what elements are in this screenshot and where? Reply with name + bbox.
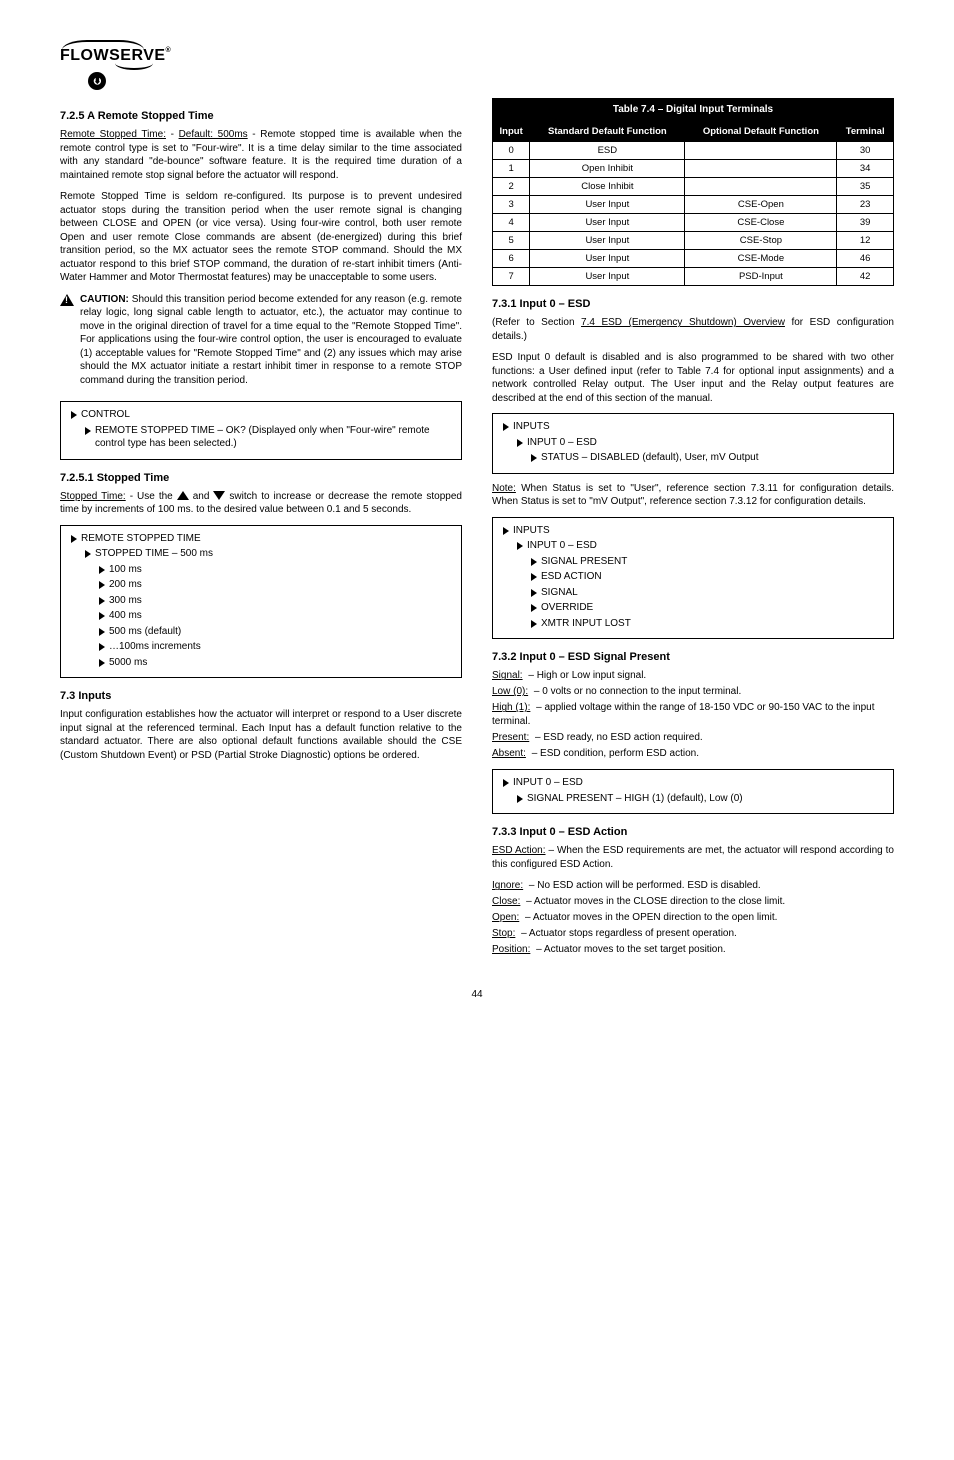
heading-7-3: 7.3 Inputs [60,690,462,702]
menu-item: STATUS – DISABLED (default), User, mV Ou… [541,451,758,465]
menu-item: 5000 ms [109,656,147,670]
logo: FLOWSERVE® ➲ [60,40,894,90]
menu-marker-icon [517,542,523,550]
menu-item: 300 ms [109,594,142,608]
menu-item: INPUT 0 – ESD [527,436,597,450]
menu-marker-icon [99,643,105,651]
caution-block: CAUTION: Should this transition period b… [60,293,462,394]
menu-marker-icon [531,604,537,612]
table-row: 0ESD30 [493,142,894,160]
recycle-icon: ➲ [88,72,106,90]
menu-marker-icon [531,573,537,581]
menu-control-remote-stopped: CONTROL REMOTE STOPPED TIME – OK? (Displ… [60,401,462,460]
menu-marker-icon [531,589,537,597]
menu-marker-icon [99,597,105,605]
menu-marker-icon [99,581,105,589]
menu-stopped-time-values: REMOTE STOPPED TIME STOPPED TIME – 500 m… [60,525,462,679]
esd-para: ESD Input 0 default is disabled and is a… [492,351,894,405]
menu-marker-icon [85,550,91,558]
menu-item: OVERRIDE [541,601,593,615]
caution-text: CAUTION: Should this transition period b… [80,293,462,388]
menu-item: INPUT 0 – ESD [513,776,583,790]
down-arrow-icon [213,491,225,500]
digital-input-terminals-table: Table 7.4 – Digital Input Terminals Inpu… [492,98,894,286]
table-row: 1Open Inhibit34 [493,160,894,178]
heading-7-3-1: 7.3.1 Input 0 – ESD [492,298,894,310]
menu-marker-icon [517,795,523,803]
menu-item: SIGNAL PRESENT – HIGH (1) (default), Low… [527,792,743,806]
menu-marker-icon [85,427,91,435]
inputs-para: Input configuration establishes how the … [60,708,462,762]
menu-marker-icon [99,612,105,620]
table-row: 7User InputPSD-Input42 [493,268,894,286]
menu-item: INPUTS [513,524,550,538]
table-title: Table 7.4 – Digital Input Terminals [493,99,894,122]
heading-7-2-5: 7.2.5 A Remote Stopped Time [60,110,462,122]
menu-item: 200 ms [109,578,142,592]
caution-icon [60,294,74,306]
menu-item: SIGNAL PRESENT [541,555,627,569]
menu-marker-icon [71,411,77,419]
menu-item: …100ms increments [109,640,201,654]
table-header: Terminal [837,122,894,142]
menu-item: SIGNAL [541,586,578,600]
menu-inputs-esd-items: INPUTS INPUT 0 – ESD SIGNAL PRESENT ESD … [492,517,894,640]
menu-marker-icon [99,566,105,574]
heading-7-3-3: 7.3.3 Input 0 – ESD Action [492,826,894,838]
page-number: 44 [60,989,894,1000]
table-row: 3User InputCSE-Open23 [493,196,894,214]
menu-signal-present: INPUT 0 – ESD SIGNAL PRESENT – HIGH (1) … [492,769,894,814]
table-row: 5User InputCSE-Stop12 [493,232,894,250]
menu-marker-icon [531,620,537,628]
heading-7-3-2: 7.3.2 Input 0 – ESD Signal Present [492,651,894,663]
menu-item: XMTR INPUT LOST [541,617,631,631]
remote-stopped-time-intro: Remote Stopped Time: - Default: 500ms - … [60,128,462,182]
menu-marker-icon [503,423,509,431]
esd-action-para: ESD Action: – When the ESD requirements … [492,844,894,871]
logo-text: FLOWSERVE® [60,47,171,65]
esd-action-defs: Ignore: – No ESD action will be performe… [492,879,894,957]
menu-item: 100 ms [109,563,142,577]
stopped-time-para: Stopped Time: - Use the and switch to in… [60,490,462,517]
menu-item: ESD ACTION [541,570,602,584]
menu-item: CONTROL [81,408,130,422]
table-header: Standard Default Function [530,122,685,142]
left-column: 7.2.5 A Remote Stopped Time Remote Stopp… [60,98,462,959]
menu-item: INPUTS [513,420,550,434]
menu-item: REMOTE STOPPED TIME [81,532,201,546]
remote-stopped-time-detail: Remote Stopped Time is seldom re-configu… [60,190,462,285]
menu-inputs-esd-status: INPUTS INPUT 0 – ESD STATUS – DISABLED (… [492,413,894,474]
table-row: 4User InputCSE-Close39 [493,214,894,232]
menu-marker-icon [531,558,537,566]
esd-note: Note: When Status is set to "User", refe… [492,482,894,509]
heading-7-2-5-1: 7.2.5.1 Stopped Time [60,472,462,484]
table-header: Input [493,122,530,142]
menu-marker-icon [503,779,509,787]
table-row: 6User InputCSE-Mode46 [493,250,894,268]
table-row: 2Close Inhibit35 [493,178,894,196]
esd-ref: (Refer to Section 7.4 ESD (Emergency Shu… [492,316,894,343]
menu-marker-icon [503,527,509,535]
menu-item: 500 ms (default) [109,625,181,639]
signal-present-defs: Signal: – High or Low input signal. Low … [492,669,894,761]
menu-marker-icon [71,535,77,543]
menu-item: STOPPED TIME – 500 ms [95,547,213,561]
table-header: Optional Default Function [685,122,837,142]
menu-marker-icon [99,628,105,636]
menu-item: INPUT 0 – ESD [527,539,597,553]
menu-marker-icon [531,454,537,462]
up-arrow-icon [177,491,189,500]
menu-marker-icon [517,439,523,447]
menu-item: REMOTE STOPPED TIME – OK? (Displayed onl… [95,424,451,451]
menu-marker-icon [99,659,105,667]
menu-item: 400 ms [109,609,142,623]
right-column: Table 7.4 – Digital Input Terminals Inpu… [492,98,894,959]
